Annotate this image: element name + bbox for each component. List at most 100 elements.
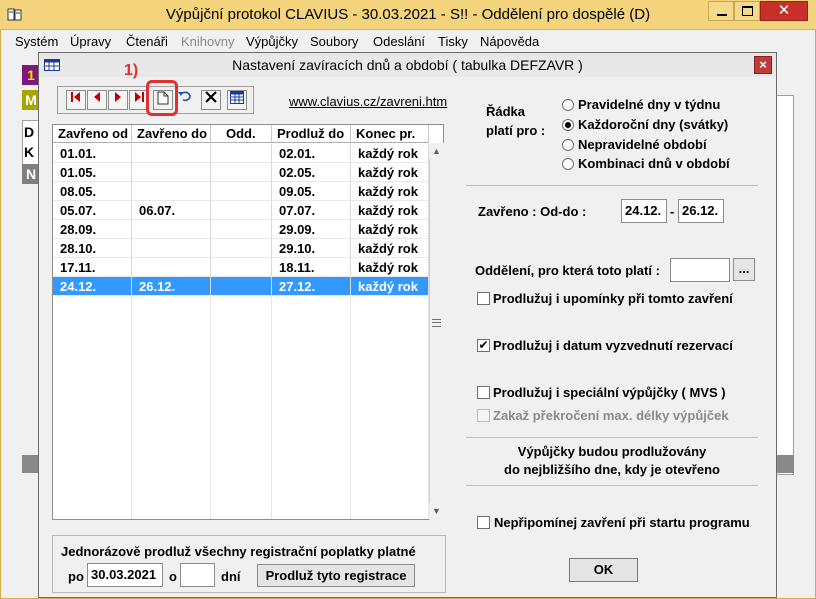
- table-cell[interactable]: každý rok: [351, 239, 429, 258]
- table-scrollbar[interactable]: [429, 143, 444, 520]
- table-cell[interactable]: 02.05.: [272, 163, 351, 182]
- close-icon: ✕: [777, 2, 791, 19]
- table-cell[interactable]: [211, 163, 272, 182]
- closed-from-input[interactable]: 24.12.: [621, 199, 667, 223]
- ok-button[interactable]: OK: [569, 558, 638, 582]
- table-cell[interactable]: 28.10.: [53, 239, 132, 258]
- table-cell[interactable]: každý rok: [351, 163, 429, 182]
- applies-to-radio[interactable]: [562, 139, 574, 151]
- table-cell[interactable]: 29.09.: [272, 220, 351, 239]
- table-cell[interactable]: [132, 258, 211, 277]
- table-cell[interactable]: [132, 182, 211, 201]
- option-checkbox[interactable]: ✔: [477, 339, 490, 352]
- delete-button[interactable]: [201, 90, 221, 110]
- table-cell[interactable]: 26.12.: [132, 277, 211, 296]
- table-cell[interactable]: [211, 258, 272, 277]
- calendar-button[interactable]: [227, 90, 247, 110]
- table-cell[interactable]: 17.11.: [53, 258, 132, 277]
- column-header[interactable]: Zavřeno do: [132, 125, 211, 143]
- scroll-grip-icon[interactable]: [432, 319, 441, 327]
- table-cell[interactable]: 18.11.: [272, 258, 351, 277]
- table-cell[interactable]: [211, 144, 272, 163]
- table-cell[interactable]: [211, 277, 272, 296]
- table-cell[interactable]: každý rok: [351, 277, 429, 296]
- undo-icon: [178, 91, 191, 102]
- info-text: do nejbližšího dne, kdy je otevřeno: [504, 462, 720, 477]
- background-label: D: [24, 124, 35, 140]
- table-cell[interactable]: [211, 239, 272, 258]
- option-checkbox-label: Zakaž překročení max. délky výpůjček: [493, 408, 729, 423]
- applies-to-radio[interactable]: [562, 99, 574, 111]
- remind-checkbox[interactable]: [477, 516, 490, 529]
- undo-button[interactable]: [175, 90, 195, 110]
- table-cell[interactable]: 01.05.: [53, 163, 132, 182]
- menu-item[interactable]: Čtenáři: [126, 34, 168, 49]
- table-cell[interactable]: 29.10.: [272, 239, 351, 258]
- table-cell[interactable]: [211, 182, 272, 201]
- table-cell[interactable]: 09.05.: [272, 182, 351, 201]
- department-input[interactable]: [670, 258, 730, 282]
- next-record-button[interactable]: [108, 90, 128, 110]
- menu-item[interactable]: Odeslání: [373, 34, 425, 49]
- dialog-close-button[interactable]: ×: [754, 56, 772, 74]
- closed-to-input[interactable]: 26.12.: [678, 199, 724, 223]
- help-link[interactable]: www.clavius.cz/zavreni.htm: [289, 94, 447, 109]
- table-cell[interactable]: [132, 239, 211, 258]
- table-cell[interactable]: každý rok: [351, 144, 429, 163]
- info-text: Výpůjčky budou prodlužovány: [517, 444, 707, 459]
- background-label: K: [24, 144, 35, 160]
- menu-item[interactable]: Úpravy: [70, 34, 111, 49]
- po-label: po: [68, 569, 84, 584]
- applies-to-radio[interactable]: [562, 119, 574, 131]
- window-close-button[interactable]: ✕: [760, 1, 808, 21]
- bulk-days-input[interactable]: [180, 563, 215, 587]
- column-header[interactable]: Odd.: [211, 125, 272, 143]
- table-cell[interactable]: 06.07.: [132, 201, 211, 220]
- bulk-date-input[interactable]: 30.03.2021: [87, 563, 163, 587]
- table-cell[interactable]: 01.01.: [53, 144, 132, 163]
- column-header[interactable]: Konec pr.: [351, 125, 429, 143]
- option-checkbox[interactable]: [477, 386, 490, 399]
- table-cell[interactable]: 27.12.: [272, 277, 351, 296]
- table-cell[interactable]: [132, 144, 211, 163]
- table-cell[interactable]: 08.05.: [53, 182, 132, 201]
- table-cell[interactable]: každý rok: [351, 182, 429, 201]
- table-cell[interactable]: [211, 220, 272, 239]
- annotation-label: 1): [124, 62, 139, 79]
- table-cell[interactable]: [132, 163, 211, 182]
- menu-item[interactable]: Soubory: [310, 34, 358, 49]
- extend-registrations-button[interactable]: Prodluž tyto registrace: [257, 564, 415, 587]
- maximize-button[interactable]: [734, 1, 760, 21]
- table-cell[interactable]: každý rok: [351, 258, 429, 277]
- option-checkbox[interactable]: [477, 292, 490, 305]
- table-cell[interactable]: 07.07.: [272, 201, 351, 220]
- menu-item[interactable]: Systém: [15, 34, 58, 49]
- table-cell[interactable]: 05.07.: [53, 201, 132, 220]
- scroll-up-button[interactable]: ▲: [429, 143, 444, 159]
- menu-item[interactable]: Nápověda: [480, 34, 539, 49]
- department-browse-button[interactable]: ...: [733, 258, 755, 281]
- menu-item[interactable]: Tisky: [438, 34, 468, 49]
- table-cell[interactable]: [132, 220, 211, 239]
- applies-to-radio[interactable]: [562, 158, 574, 170]
- table-cell[interactable]: 28.09.: [53, 220, 132, 239]
- grid-line: [271, 296, 272, 519]
- table-cell[interactable]: 24.12.: [53, 277, 132, 296]
- scroll-down-button[interactable]: ▼: [429, 503, 444, 519]
- minimize-button[interactable]: [708, 1, 734, 21]
- table-cell[interactable]: každý rok: [351, 220, 429, 239]
- department-label: Oddělení, pro která toto platí :: [475, 263, 660, 278]
- menu-item[interactable]: Výpůjčky: [246, 34, 298, 49]
- days-label: dní: [221, 569, 241, 584]
- applies-to-radio-label: Kombinaci dnů v období: [578, 156, 730, 171]
- option-checkbox-label: Prodlužuj i datum vyzvednutí rezervací: [493, 338, 733, 353]
- prev-record-button[interactable]: [87, 90, 107, 110]
- table-cell[interactable]: každý rok: [351, 201, 429, 220]
- first-record-button[interactable]: [66, 90, 86, 110]
- table-cell[interactable]: [211, 201, 272, 220]
- option-checkbox[interactable]: [477, 409, 490, 422]
- column-header[interactable]: Prodluž do: [272, 125, 351, 143]
- menu-item[interactable]: Knihovny: [181, 34, 234, 49]
- table-cell[interactable]: 02.01.: [272, 144, 351, 163]
- column-header[interactable]: Zavřeno od: [53, 125, 132, 143]
